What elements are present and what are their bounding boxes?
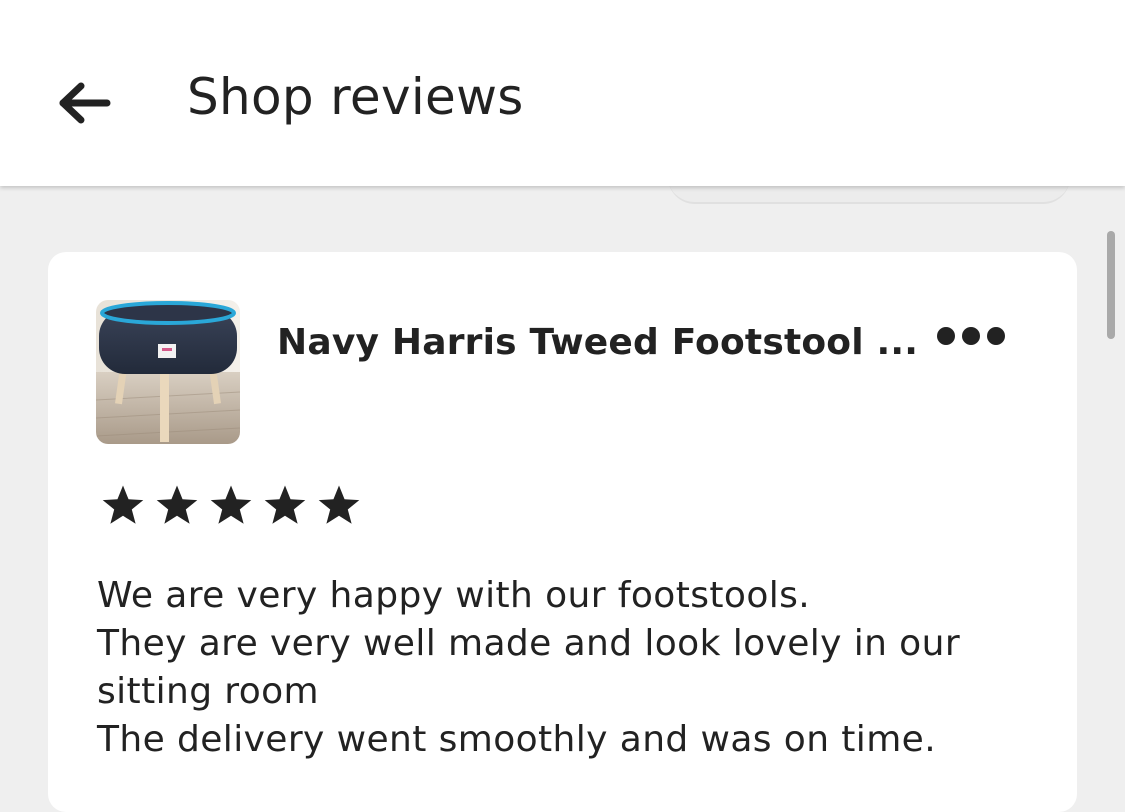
back-button[interactable] — [48, 72, 118, 134]
star-icon — [264, 485, 306, 524]
page-title: Shop reviews — [187, 68, 524, 126]
review-text-line: The delivery went smoothly and was on ti… — [97, 719, 937, 760]
review-text-line: We are very happy with our footstools. — [97, 575, 811, 616]
star-icon — [156, 485, 198, 524]
more-horizontal-icon-dot — [987, 327, 1005, 345]
star-rating — [100, 484, 362, 528]
review-text: We are very happy with our footstools. T… — [97, 572, 1017, 764]
more-horizontal-icon-dot — [962, 327, 980, 345]
star-icon — [210, 485, 252, 524]
star-icon — [318, 485, 360, 524]
app-header: Shop reviews — [0, 0, 1125, 186]
scrollbar[interactable] — [1107, 231, 1115, 339]
review-text-line: sitting room — [97, 671, 320, 712]
more-horizontal-icon — [937, 327, 955, 345]
arrow-left-icon — [59, 82, 111, 124]
review-card: Navy Harris Tweed Footstool ... We are v… — [48, 252, 1077, 812]
footstool-product-image — [96, 300, 240, 444]
star-icon — [102, 485, 144, 524]
review-text-line: They are very well made and look lovely … — [97, 623, 961, 664]
item-title-link[interactable]: Navy Harris Tweed Footstool ... — [277, 322, 918, 363]
more-options-button[interactable] — [926, 316, 1016, 356]
product-thumbnail[interactable] — [96, 300, 240, 444]
